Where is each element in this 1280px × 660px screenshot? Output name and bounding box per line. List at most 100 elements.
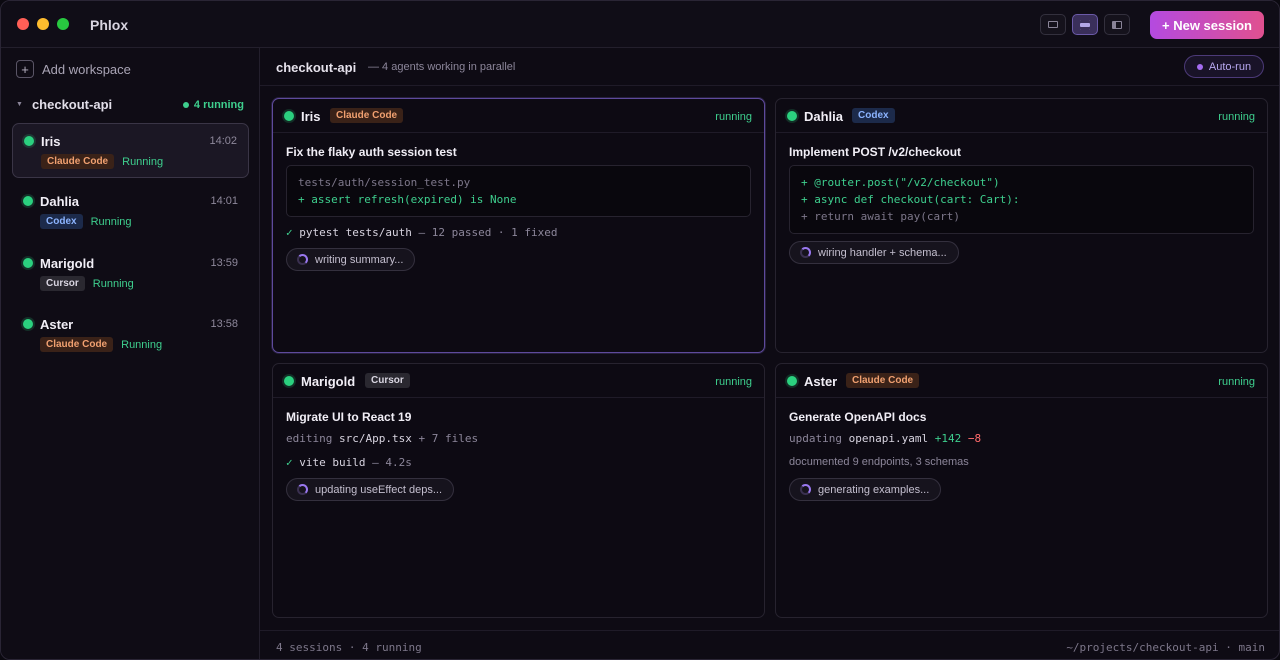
maximize-window-button[interactable] [57, 18, 69, 30]
plus-icon: + [16, 60, 34, 78]
spinner-icon [297, 484, 308, 495]
activity-pill: updating useEffect deps... [286, 478, 454, 501]
editing-line: editing src/App.tsx + 7 files [286, 432, 478, 445]
code-line: + return await pay(cart) [801, 210, 960, 223]
code-line: + @router.post("/v2/checkout") [801, 176, 1000, 189]
card-task-title: Migrate UI to React 19 [286, 410, 412, 424]
split-view-button[interactable] [1104, 14, 1130, 35]
editing-line: updating openapi.yaml +142 −8 [789, 432, 981, 445]
card-state: running [715, 111, 752, 123]
editing-verb: editing [286, 432, 339, 445]
workspace-header[interactable]: ▼ checkout-api 4 running [16, 97, 244, 112]
spinner-icon [800, 484, 811, 495]
card-task-title: Generate OpenAPI docs [789, 410, 927, 424]
spinner-icon [297, 254, 308, 265]
sidebar-item-marigold[interactable]: Marigold 13:59 Cursor Running [12, 246, 249, 301]
session-name: Aster [40, 317, 74, 332]
session-time: 13:58 [210, 318, 238, 330]
card-state: running [1218, 111, 1255, 123]
code-line: tests/auth/session_test.py [298, 176, 471, 189]
repo-path: ~/projects/checkout-api · main [1066, 641, 1265, 654]
session-status: Running [92, 277, 134, 290]
card-task-title: Fix the flaky auth session test [286, 145, 457, 159]
card-state: running [1218, 376, 1255, 388]
status-dot-icon [284, 111, 294, 121]
close-window-button[interactable] [17, 18, 29, 30]
status-dot-icon [24, 136, 34, 146]
page-title: checkout-api [276, 60, 357, 75]
session-card-marigold[interactable]: Marigold Cursor running Migrate UI to Re… [272, 363, 765, 618]
sidebar-item-aster[interactable]: Aster 13:58 Claude Code Running [12, 307, 249, 362]
status-dot-icon [182, 101, 189, 108]
single-view-button[interactable] [1040, 14, 1066, 35]
page-subtitle: — 4 agents working in parallel [368, 61, 516, 73]
card-state: running [715, 376, 752, 388]
result-detail: — 4.2s [365, 456, 412, 469]
agent-badge: Cursor [365, 373, 410, 388]
agent-badge: Claude Code [41, 154, 115, 169]
sidebar-item-dahlia[interactable]: Dahlia 14:01 Codex Running [12, 184, 249, 239]
activity-text: wiring handler + schema... [818, 246, 947, 259]
agent-badge: Claude Code [846, 373, 920, 388]
agent-badge: Claude Code [330, 108, 404, 123]
new-session-button[interactable]: + New session [1150, 11, 1264, 39]
status-dot-icon [787, 376, 797, 386]
edited-more: + 7 files [411, 432, 479, 445]
app-window: Phlox + New session + Add workspace ▼ ch… [0, 0, 1280, 660]
edited-file: src/App.tsx [338, 432, 412, 445]
status-bar: 4 sessions · 4 running ~/projects/checko… [260, 630, 1279, 659]
grid-view-button[interactable] [1072, 14, 1098, 35]
status-dot-icon [23, 258, 33, 268]
session-status: Running [122, 155, 164, 168]
activity-pill: generating examples... [789, 478, 942, 501]
activity-text: updating useEffect deps... [315, 483, 442, 496]
add-workspace-button[interactable]: + Add workspace [16, 60, 131, 78]
build-result: ✓ vite build — 4.2s [286, 456, 412, 469]
workspace-running-badge: 4 running [182, 99, 244, 111]
session-status: Running [121, 338, 163, 351]
editing-verb: updating [789, 432, 849, 445]
status-dot-icon [787, 111, 797, 121]
split-pane-icon [1112, 20, 1122, 29]
session-card-dahlia[interactable]: Dahlia Codex running Implement POST /v2/… [775, 98, 1268, 353]
status-dot-icon [284, 376, 294, 386]
workspace-name: checkout-api [31, 97, 113, 112]
check-icon: ✓ [286, 456, 293, 469]
activity-pill: wiring handler + schema... [789, 241, 959, 264]
lines-removed: −8 [967, 432, 982, 445]
sidebar-item-iris[interactable]: Iris 14:02 Claude Code Running [12, 123, 249, 178]
agent-badge: Cursor [40, 276, 85, 291]
app-title: Phlox [90, 17, 129, 33]
session-card-aster[interactable]: Aster Claude Code running Generate OpenA… [775, 363, 1268, 618]
main-header: checkout-api — 4 agents working in paral… [260, 48, 1279, 86]
session-time: 14:02 [209, 135, 237, 147]
agent-badge: Codex [40, 214, 83, 229]
activity-pill: writing summary... [286, 248, 416, 271]
card-note: documented 9 endpoints, 3 schemas [789, 456, 969, 468]
command: vite build [299, 456, 366, 469]
check-icon: ✓ [286, 226, 293, 239]
autorun-toggle[interactable]: Auto-run [1184, 55, 1264, 78]
activity-text: writing summary... [315, 253, 404, 266]
agent-badge: Claude Code [40, 337, 114, 352]
status-dot-icon [23, 319, 33, 329]
session-name: Iris [41, 134, 61, 149]
card-task-title: Implement POST /v2/checkout [789, 145, 962, 159]
result-detail: — 12 passed · 1 fixed [411, 226, 558, 239]
spinner-icon [800, 247, 811, 258]
caret-down-icon: ▼ [16, 101, 23, 108]
main-panel: checkout-api — 4 agents working in paral… [260, 48, 1279, 659]
edited-file: openapi.yaml [848, 432, 929, 445]
minimize-window-button[interactable] [37, 18, 49, 30]
lines-added: +142 [934, 432, 962, 445]
add-workspace-label: Add workspace [42, 61, 131, 77]
autorun-label: Auto-run [1208, 60, 1252, 73]
code-line: + assert refresh(expired) is None [298, 193, 517, 206]
autorun-dot-icon [1196, 63, 1203, 70]
code-line: + async def checkout(cart: Cart): [801, 193, 1020, 206]
test-result: ✓ pytest tests/auth — 12 passed · 1 fixe… [286, 226, 558, 239]
session-card-iris[interactable]: Iris Claude Code running Fix the flaky a… [272, 98, 765, 353]
agent-badge: Codex [852, 108, 895, 123]
command: pytest tests/auth [299, 226, 412, 239]
session-time: 13:59 [210, 257, 238, 269]
